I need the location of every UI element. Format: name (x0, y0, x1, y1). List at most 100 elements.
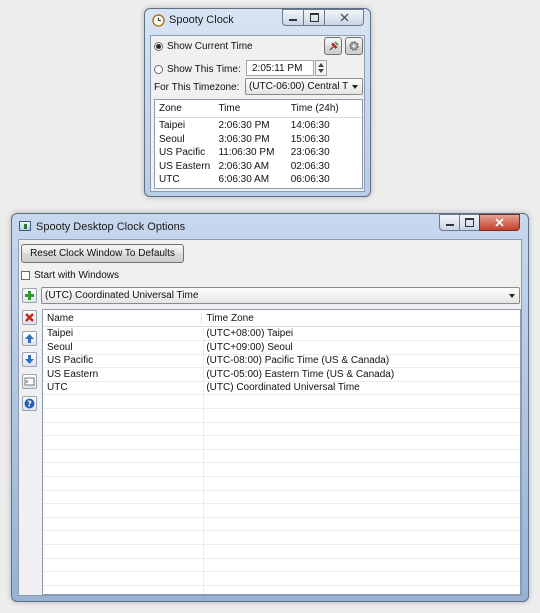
zone-name: US Eastern (47, 368, 99, 380)
window-title: Spooty Desktop Clock Options (36, 221, 186, 233)
list-header: Zone Time Time (24h) (155, 100, 362, 118)
options-client-area: Reset Clock Window To Defaults Start wit… (18, 239, 522, 596)
zone-time-24h: 14:06:30 (290, 120, 330, 131)
spin-up-icon[interactable] (318, 63, 324, 67)
table-row[interactable]: Taipei (UTC+08:00) Taipei (43, 328, 520, 339)
clock-title-bar[interactable]: Spooty Clock (145, 9, 370, 31)
add-icon (25, 291, 34, 300)
minimize-button[interactable] (282, 9, 304, 26)
zone-time: 2:06:30 AM (218, 160, 270, 172)
window-title: Spooty Clock (169, 14, 234, 26)
row-separator (43, 462, 520, 464)
options-title-bar[interactable]: Spooty Desktop Clock Options (12, 214, 528, 236)
move-down-button[interactable] (22, 352, 37, 367)
add-zone-button[interactable] (22, 288, 37, 303)
radio-label: Show This Time: (167, 64, 241, 75)
list-item[interactable]: Taipei 2:06:30 PM 14:06:30 (155, 120, 362, 131)
window-app-icon-glyph (23, 223, 27, 229)
maximize-button[interactable] (303, 9, 325, 26)
row-separator (43, 421, 520, 423)
zone-time: 6:06:30 AM (218, 174, 270, 185)
close-icon (340, 13, 348, 22)
clock-zone-list: Zone Time Time (24h) Taipei 2:06:30 PM 14:… (154, 99, 363, 189)
svg-text:?: ? (27, 400, 32, 409)
zone-time-24h: 15:06:30 (290, 133, 330, 145)
clock-icon (151, 13, 165, 27)
row-separator (43, 394, 520, 396)
pin-button[interactable] (324, 37, 342, 55)
start-with-windows-checkbox[interactable]: Start with Windows (21, 270, 119, 281)
table-row[interactable]: US Eastern (UTC-05:00) Eastern Time (US &… (43, 369, 520, 380)
timezone-select[interactable]: (UTC-06:00) Central T (245, 78, 363, 95)
table-row[interactable]: Seoul (UTC+09:00) Seoul (43, 342, 520, 353)
row-separator (43, 584, 520, 586)
move-up-icon (25, 334, 34, 343)
zone-time-24h: 06:06:30 (290, 174, 330, 185)
row-separator (43, 476, 520, 477)
close-button[interactable] (479, 214, 520, 231)
zone-name: Taipei (159, 120, 186, 131)
column-header-name[interactable]: Name (43, 312, 203, 324)
gear-icon (349, 41, 359, 51)
zone-name: Seoul (159, 133, 185, 145)
help-button[interactable]: ? (22, 396, 37, 411)
zone-description: (UTC-05:00) Eastern Time (US & Canada) (206, 368, 395, 380)
chevron-down-icon (352, 84, 358, 89)
zone-name: UTC (47, 382, 68, 394)
table-row[interactable]: UTC (UTC) Coordinated Universal Time (43, 382, 520, 393)
row-separator (43, 544, 520, 545)
move-up-button[interactable] (22, 331, 37, 346)
list-item[interactable]: US Pacific 11:06:30 PM 23:06:30 (155, 147, 362, 158)
caption-buttons (282, 9, 364, 26)
delete-icon (25, 313, 34, 322)
spooty-clock-window: Spooty Clock Show Current Time Show This… (144, 8, 371, 197)
zone-name: Seoul (47, 341, 73, 353)
zone-time-24h: 02:06:30 (290, 160, 330, 172)
row-separator (43, 448, 520, 450)
zone-description: (UTC+08:00) Taipei (206, 328, 294, 339)
zone-description: (UTC+09:00) Seoul (206, 341, 293, 353)
zone-name: US Pacific (47, 355, 94, 367)
zone-name: UTC (159, 174, 180, 185)
settings-button[interactable] (345, 37, 363, 55)
maximize-icon (309, 13, 319, 22)
row-separator (43, 435, 520, 437)
row-separator (43, 530, 520, 532)
checkbox-indicator (21, 271, 30, 280)
time-spinner[interactable] (315, 60, 327, 76)
spin-down-icon[interactable] (318, 69, 324, 73)
zone-time: 2:06:30 PM (218, 120, 270, 131)
chevron-down-icon (509, 293, 515, 298)
row-separator (43, 557, 520, 559)
close-button[interactable] (324, 9, 364, 26)
column-header-time-24h[interactable]: Time (24h) (287, 103, 362, 114)
radio-indicator (154, 42, 163, 51)
column-header-time[interactable]: Time (214, 103, 286, 114)
show-this-time-radio[interactable]: Show This Time: (154, 64, 241, 75)
window-app-icon (19, 221, 31, 231)
column-header-time-zone[interactable]: Time Zone (202, 313, 520, 324)
pin-icon (329, 40, 339, 50)
time-input[interactable]: 2:05:11 PM (246, 60, 314, 76)
table-row[interactable]: US Pacific (UTC-08:00) Pacific Time (US &… (43, 355, 520, 366)
list-item[interactable]: Seoul 3:06:30 PM 15:06:30 (155, 134, 362, 145)
list-item[interactable]: US Eastern 2:06:30 AM 02:06:30 (155, 161, 362, 172)
zone-time-24h: 23:06:30 (290, 147, 330, 158)
reset-defaults-label: Reset Clock Window To Defaults (30, 248, 175, 259)
show-current-time-radio[interactable]: Show Current Time (154, 41, 253, 52)
radio-label: Show Current Time (167, 41, 253, 52)
minimize-button[interactable] (439, 214, 460, 231)
timezone-select-value: (UTC) Coordinated Universal Time (45, 290, 199, 301)
zone-list: Name Time Zone Taipei (UTC+08:00) Taipei S… (42, 309, 521, 595)
column-header-zone[interactable]: Zone (155, 103, 214, 114)
timezone-select[interactable]: (UTC) Coordinated Universal Time (41, 287, 520, 304)
minimize-icon (445, 224, 454, 226)
maximize-button[interactable] (459, 214, 480, 231)
row-separator (43, 503, 520, 505)
reset-defaults-button[interactable]: Reset Clock Window To Defaults (21, 244, 184, 263)
delete-zone-button[interactable] (22, 310, 37, 325)
list-item[interactable]: UTC 6:06:30 AM 06:06:30 (155, 174, 362, 185)
rename-zone-button[interactable] (22, 374, 37, 389)
timezone-label: For This Timezone: (154, 82, 240, 93)
clock-client-area: Show Current Time Show This Time: 2:05:1… (150, 35, 365, 192)
